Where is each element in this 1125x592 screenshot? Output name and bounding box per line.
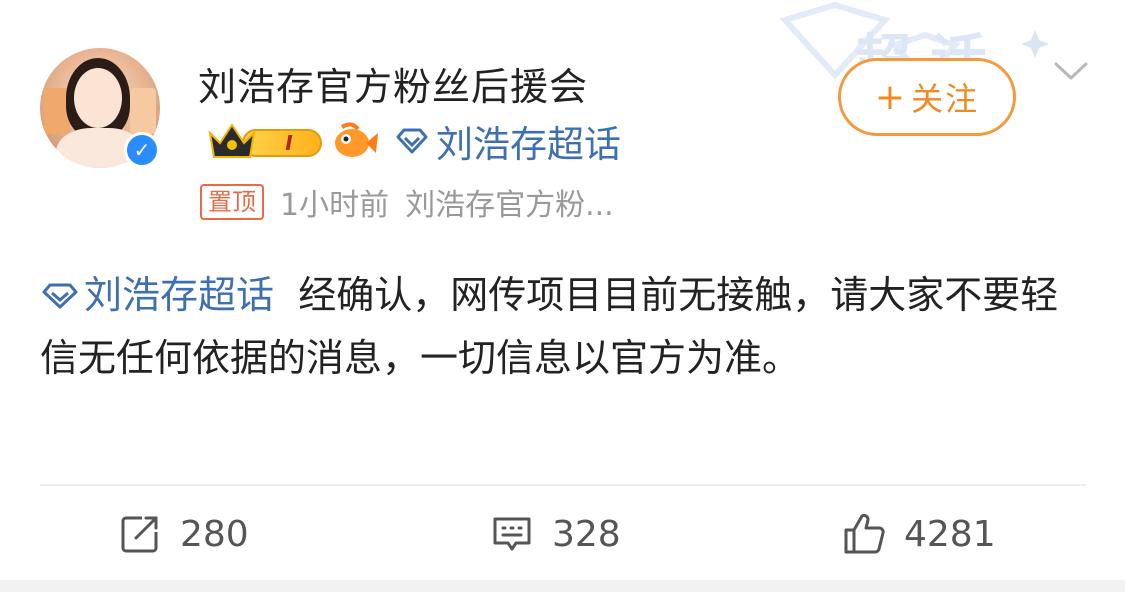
content-topic-label: 刘浩存超话: [84, 273, 275, 317]
plus-icon: +: [874, 76, 908, 118]
repost-icon: [121, 516, 158, 553]
level-badge[interactable]: I: [204, 119, 322, 163]
like-count: 4281: [904, 513, 996, 555]
repost-count: 280: [180, 513, 249, 555]
like-button[interactable]: 4281: [842, 512, 996, 556]
badge-row: I 刘浩存超话: [204, 114, 621, 168]
avatar-decoration: [130, 88, 156, 134]
post-meta: 置顶 1小时前 刘浩存官方粉...: [200, 180, 614, 224]
verified-check-icon: ✓: [124, 132, 160, 168]
thumbs-up-icon: [844, 513, 885, 554]
comment-count: 328: [552, 513, 621, 555]
weibo-post-card: 超 话 ✓ 刘浩存官方粉丝后援会 I: [0, 0, 1125, 592]
follow-label: 关注: [911, 80, 980, 118]
action-bar: 280 328 4281: [0, 500, 1125, 570]
comment-icon: [493, 517, 531, 551]
post-time: 1小时前: [280, 188, 390, 223]
diamond-icon: [42, 283, 78, 309]
diamond-icon: [396, 128, 428, 154]
crown-icon: [208, 123, 256, 158]
username[interactable]: 刘浩存官方粉丝后援会: [198, 56, 588, 111]
supertopic-link[interactable]: 刘浩存超话: [394, 114, 621, 168]
supertopic-label: 刘浩存超话: [436, 123, 621, 166]
chevron-down-icon[interactable]: [1052, 56, 1090, 86]
follow-button[interactable]: + 关注: [838, 58, 1016, 136]
post-source[interactable]: 刘浩存官方粉...: [405, 180, 614, 224]
fish-icon: [335, 122, 378, 157]
repost-button[interactable]: 280: [118, 512, 249, 556]
divider: [40, 484, 1086, 486]
pinned-badge: 置顶: [200, 184, 264, 220]
content-topic-link[interactable]: 刘浩存超话: [40, 273, 274, 317]
separator-strip: [0, 580, 1125, 592]
comment-button[interactable]: 328: [490, 512, 621, 556]
post-content: 刘浩存超话 经确认，网传项目目前无接触，请大家不要轻信无任何依据的消息，一切信息…: [40, 264, 1090, 390]
avatar-face: [74, 68, 122, 128]
